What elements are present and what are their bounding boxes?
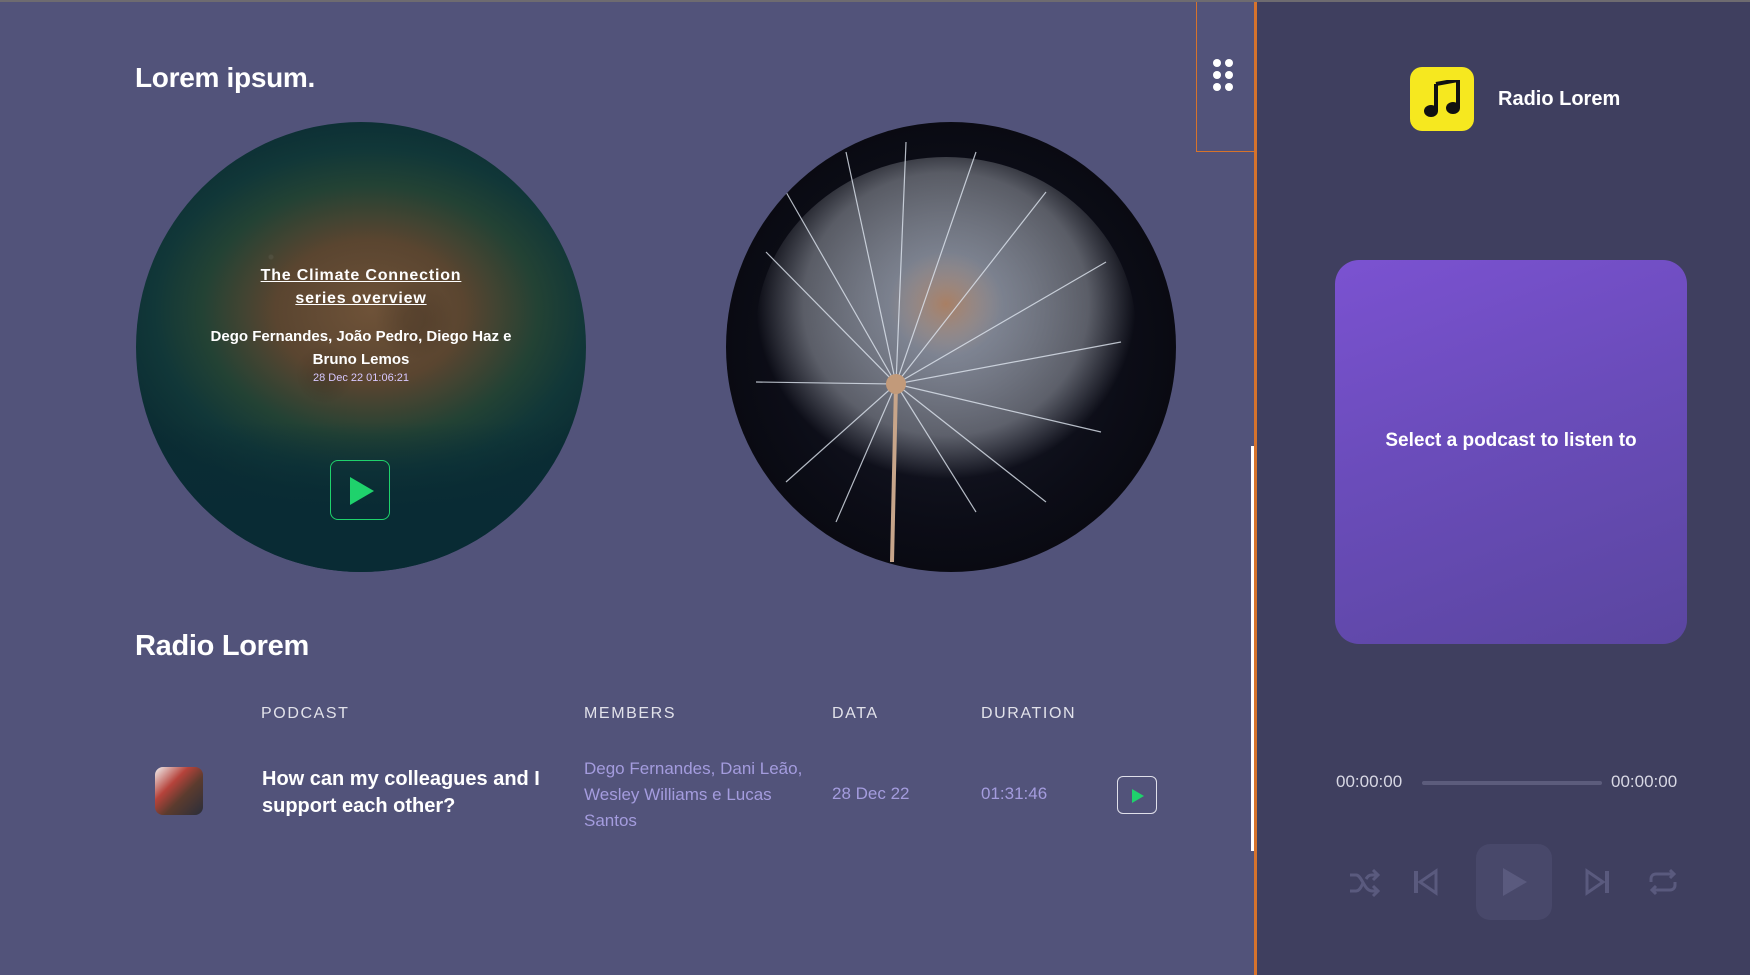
previous-button[interactable] (1412, 868, 1440, 901)
row-play-button[interactable] (1117, 776, 1157, 814)
podcast-thumbnail (155, 767, 203, 815)
music-note-icon (1424, 80, 1460, 117)
menu-toggle[interactable] (1196, 2, 1256, 152)
skip-previous-icon (1414, 868, 1438, 896)
repeat-button[interactable] (1647, 868, 1679, 901)
column-header-podcast: PODCAST (261, 705, 350, 722)
section-title: Radio Lorem (135, 630, 309, 662)
main-play-button[interactable] (1476, 844, 1552, 920)
now-playing-card: Select a podcast to listen to (1335, 260, 1687, 644)
brand-name: Radio Lorem (1498, 88, 1621, 110)
featured-card-dandelion[interactable] (726, 122, 1176, 572)
total-time: 00:00:00 (1611, 772, 1678, 791)
main-area: Lorem ipsum. The Climate Connection seri… (0, 2, 1256, 975)
featured-play-button[interactable] (330, 460, 390, 520)
current-time: 00:00:00 (1336, 772, 1403, 791)
shuffle-icon (1350, 868, 1381, 898)
page-title: Lorem ipsum. (135, 62, 315, 93)
featured-card[interactable]: The Climate Connection series overview D… (136, 122, 586, 572)
column-header-duration: DURATION (981, 705, 1077, 722)
featured-card-title[interactable]: The Climate Connection series overview (136, 264, 586, 310)
featured-card-date: 28 Dec 22 01:06:21 (312, 372, 410, 384)
dandelion-image (755, 141, 1136, 563)
column-header-members: MEMBERS (584, 705, 677, 722)
play-icon (350, 477, 374, 505)
empty-player-message: Select a podcast to listen to (1385, 430, 1637, 451)
next-button[interactable] (1583, 868, 1611, 901)
featured-card-members: Dego Fernandes, João Pedro, Diego Haz e … (210, 328, 512, 368)
scrollbar-thumb[interactable] (1251, 446, 1254, 851)
player-panel: Radio Lorem Select a podcast to listen t… (1257, 2, 1750, 975)
podcast-members: Dego Fernandes, Dani Leão, Wesley Willia… (584, 759, 803, 830)
play-icon (1503, 868, 1527, 896)
skip-next-icon (1585, 868, 1609, 896)
podcast-title-link[interactable]: How can my colleagues and I support each… (262, 766, 552, 820)
grid-menu-icon (1213, 59, 1233, 91)
progress-slider[interactable] (1422, 781, 1602, 785)
shuffle-button[interactable] (1348, 868, 1381, 903)
repeat-icon (1649, 868, 1677, 896)
podcast-date: 28 Dec 22 (832, 784, 910, 803)
play-icon (1132, 789, 1144, 803)
app-logo (1410, 67, 1474, 131)
column-header-data: DATA (832, 705, 879, 722)
podcast-duration: 01:31:46 (981, 784, 1048, 803)
